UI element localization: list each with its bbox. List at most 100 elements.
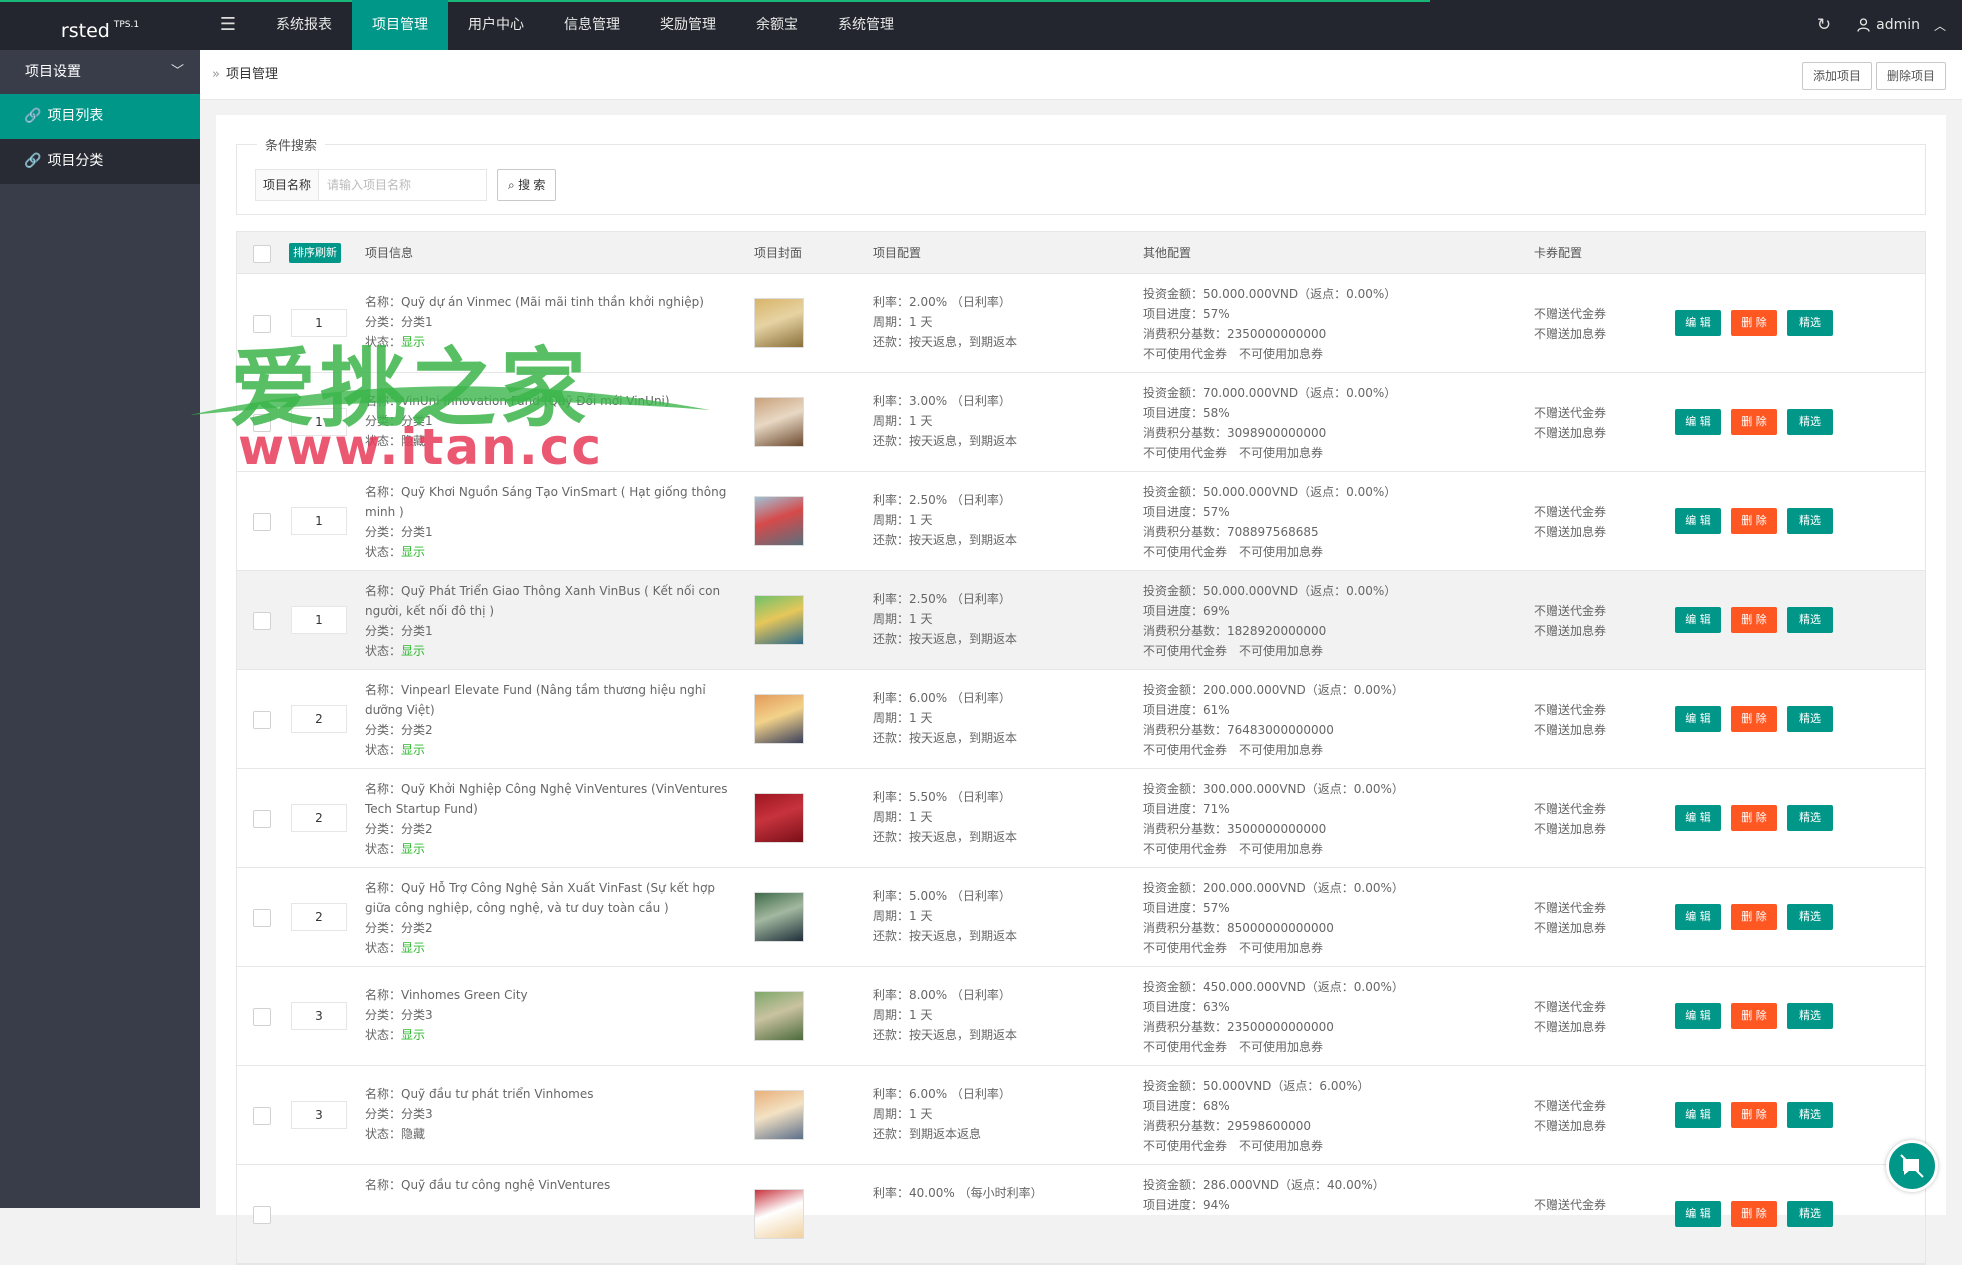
main-content: »项目管理 添加项目 删除项目 条件搜索 项目名称 ⌕ 搜 索 排序刷新 项目信…: [200, 50, 1962, 1265]
other-config: 投资金额：200.000.000VND（返点：0.00%） 项目进度：57% 消…: [1143, 878, 1463, 958]
delete-button[interactable]: 删 除: [1731, 409, 1777, 435]
refresh-icon[interactable]: ↻: [1791, 15, 1857, 35]
row-checkbox[interactable]: [253, 810, 271, 828]
edit-button[interactable]: 编 辑: [1675, 904, 1721, 930]
sidebar-group-project-settings[interactable]: 项目设置 ﹀: [0, 50, 200, 94]
edit-button[interactable]: 编 辑: [1675, 409, 1721, 435]
breadcrumb-separator-icon: »: [212, 67, 220, 82]
project-cover-image[interactable]: [754, 892, 804, 942]
nav-item-6[interactable]: 系统管理: [818, 0, 914, 50]
delete-button[interactable]: 删 除: [1731, 805, 1777, 831]
app-logo[interactable]: rsted TPS.1: [0, 0, 200, 50]
cash-coupon-setting: 不赠送代金券: [1534, 901, 1607, 915]
delete-button[interactable]: 删 除: [1731, 607, 1777, 633]
search-button[interactable]: ⌕ 搜 索: [497, 169, 557, 201]
sort-order-input[interactable]: 3: [291, 1002, 347, 1030]
sort-order-input[interactable]: 1: [291, 606, 347, 634]
project-category: 分类：分类1: [365, 624, 433, 638]
rate-coupon-setting: 不赠送加息券: [1534, 1119, 1607, 1133]
sidebar-item-project-category[interactable]: 🔗 项目分类: [0, 139, 200, 184]
nav-item-5[interactable]: 余额宝: [736, 0, 818, 50]
nav-item-4[interactable]: 奖励管理: [640, 0, 736, 50]
header-card-config: 卡券配置: [1534, 246, 1583, 260]
delete-button[interactable]: 删 除: [1731, 508, 1777, 534]
edit-button[interactable]: 编 辑: [1675, 1003, 1721, 1029]
floating-help-button[interactable]: [1886, 1140, 1938, 1192]
featured-button[interactable]: 精选: [1787, 1003, 1833, 1029]
content-card: 条件搜索 项目名称 ⌕ 搜 索 排序刷新 项目信息 项目封面 项目配置 其他配置…: [216, 115, 1946, 1265]
delete-button[interactable]: 删 除: [1731, 1102, 1777, 1128]
featured-button[interactable]: 精选: [1787, 409, 1833, 435]
user-menu[interactable]: admin ︿: [1857, 17, 1962, 34]
featured-button[interactable]: 精选: [1787, 607, 1833, 633]
sort-order-input[interactable]: 2: [291, 804, 347, 832]
edit-button[interactable]: 编 辑: [1675, 310, 1721, 336]
featured-button[interactable]: 精选: [1787, 310, 1833, 336]
project-progress: 项目进度：57%: [1143, 307, 1230, 321]
points-base: 消费积分基数：3098900000000: [1143, 426, 1327, 440]
repayment: 还款：按天返息，到期返本: [873, 335, 1018, 349]
link-icon: 🔗: [24, 153, 42, 169]
sort-order-input[interactable]: 1: [291, 507, 347, 535]
featured-button[interactable]: 精选: [1787, 1201, 1833, 1227]
edit-button[interactable]: 编 辑: [1675, 805, 1721, 831]
project-cover-image[interactable]: [754, 991, 804, 1041]
featured-button[interactable]: 精选: [1787, 706, 1833, 732]
sort-order-input[interactable]: 2: [291, 705, 347, 733]
project-config: 利率：2.00% （日利率） 周期：1 天 还款：按天返息，到期返本: [873, 292, 1113, 352]
repayment: 还款：按天返息，到期返本: [873, 830, 1018, 844]
chevron-down-icon: ﹀: [170, 64, 184, 79]
header-project-config: 项目配置: [873, 246, 922, 260]
menu-toggle-icon[interactable]: ☰: [200, 0, 256, 50]
project-cover-image[interactable]: [754, 1189, 804, 1239]
delete-button[interactable]: 删 除: [1731, 1201, 1777, 1227]
delete-project-button[interactable]: 删除项目: [1875, 62, 1946, 90]
table-row: 3 名称：Quỹ đầu tư phát triển Vinhomes 分类：分…: [237, 1066, 1925, 1165]
delete-button[interactable]: 删 除: [1731, 904, 1777, 930]
row-checkbox[interactable]: [253, 1107, 271, 1125]
nav-item-3[interactable]: 信息管理: [544, 0, 640, 50]
project-config: 利率：8.00% （日利率） 周期：1 天 还款：按天返息，到期返本: [873, 985, 1113, 1045]
project-cover-image[interactable]: [754, 496, 804, 546]
project-cover-image[interactable]: [754, 298, 804, 348]
project-cover-image[interactable]: [754, 1090, 804, 1140]
featured-button[interactable]: 精选: [1787, 508, 1833, 534]
row-checkbox[interactable]: [253, 1008, 271, 1026]
project-cover-image[interactable]: [754, 397, 804, 447]
project-name-input[interactable]: [319, 169, 488, 201]
status-value: 显示: [401, 545, 426, 559]
project-status: 状态：显示: [365, 644, 426, 658]
featured-button[interactable]: 精选: [1787, 805, 1833, 831]
row-checkbox[interactable]: [253, 612, 271, 630]
row-checkbox[interactable]: [253, 711, 271, 729]
edit-button[interactable]: 编 辑: [1675, 1201, 1721, 1227]
nav-item-2[interactable]: 用户中心: [448, 0, 544, 50]
nav-item-0[interactable]: 系统报表: [256, 0, 352, 50]
edit-button[interactable]: 编 辑: [1675, 607, 1721, 633]
project-cover-image[interactable]: [754, 595, 804, 645]
rate: 利率：3.00% （日利率）: [873, 394, 1011, 408]
featured-button[interactable]: 精选: [1787, 904, 1833, 930]
sort-order-input[interactable]: 3: [291, 1101, 347, 1129]
featured-button[interactable]: 精选: [1787, 1102, 1833, 1128]
add-project-button[interactable]: 添加项目: [1801, 62, 1872, 90]
row-checkbox[interactable]: [253, 1206, 271, 1224]
sidebar-item-project-list[interactable]: 🔗 项目列表: [0, 94, 200, 139]
select-all-checkbox[interactable]: [253, 245, 271, 263]
nav-item-1[interactable]: 项目管理: [352, 0, 448, 50]
edit-button[interactable]: 编 辑: [1675, 508, 1721, 534]
row-checkbox[interactable]: [253, 513, 271, 531]
row-checkbox[interactable]: [253, 909, 271, 927]
project-cover-image[interactable]: [754, 793, 804, 843]
project-cover-image[interactable]: [754, 694, 804, 744]
sort-refresh-button[interactable]: 排序刷新: [289, 243, 341, 263]
search-legend: 条件搜索: [265, 139, 318, 154]
edit-button[interactable]: 编 辑: [1675, 1102, 1721, 1128]
rate-coupon-setting: 不赠送加息券: [1534, 723, 1607, 737]
edit-button[interactable]: 编 辑: [1675, 706, 1721, 732]
delete-button[interactable]: 删 除: [1731, 1003, 1777, 1029]
rate-coupon-setting: 不赠送加息券: [1534, 327, 1607, 341]
sort-order-input[interactable]: 2: [291, 903, 347, 931]
delete-button[interactable]: 删 除: [1731, 310, 1777, 336]
delete-button[interactable]: 删 除: [1731, 706, 1777, 732]
